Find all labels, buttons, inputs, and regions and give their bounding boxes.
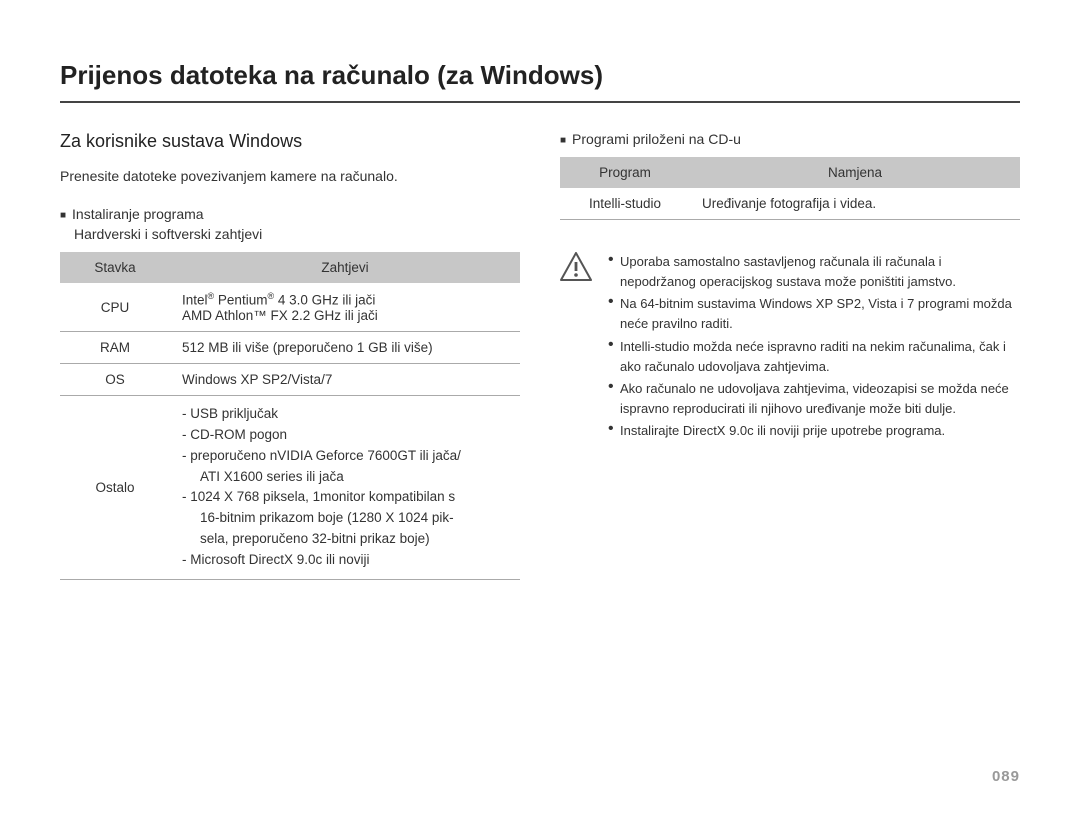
cpu-label: CPU [60,283,170,331]
warning-list: Uporaba samostalno sastavljenog računala… [608,252,1020,443]
programs-table: Program Namjena Intelli-studio Uređivanj… [560,157,1020,220]
table-header-program: Program [560,157,690,188]
right-column: Programi priloženi na CD-u Program Namje… [560,131,1020,580]
intro-text: Prenesite datoteke povezivanjem kamere n… [60,166,520,186]
table-header-item: Stavka [60,252,170,283]
ram-label: RAM [60,331,170,363]
warning-block: Uporaba samostalno sastavljenog računala… [560,252,1020,443]
cpu-requirement: Intel® Pentium® 4 3.0 GHz ili jači AMD A… [170,283,520,331]
list-item: Na 64-bitnim sustavima Windows XP SP2, V… [608,294,1020,334]
table-row: OS Windows XP SP2/Vista/7 [60,363,520,395]
page-title: Prijenos datoteka na računalo (za Window… [60,60,1020,103]
program-purpose: Uređivanje fotografija i videa. [690,188,1020,220]
table-row: CPU Intel® Pentium® 4 3.0 GHz ili jači A… [60,283,520,331]
table-header-purpose: Namjena [690,157,1020,188]
program-name: Intelli-studio [560,188,690,220]
list-item: Uporaba samostalno sastavljenog računala… [608,252,1020,292]
install-heading: Instaliranje programa [60,206,520,222]
table-row: Intelli-studio Uređivanje fotografija i … [560,188,1020,220]
list-item: Ako računalo ne udovoljava zahtjevima, v… [608,379,1020,419]
table-row: Ostalo - USB priključak - CD-ROM pogon -… [60,395,520,579]
page-number: 089 [992,768,1020,785]
warning-icon [560,252,594,443]
table-header-requirement: Zahtjevi [170,252,520,283]
table-row: RAM 512 MB ili više (preporučeno 1 GB il… [60,331,520,363]
left-column: Za korisnike sustava Windows Prenesite d… [60,131,520,580]
ram-requirement: 512 MB ili više (preporučeno 1 GB ili vi… [170,331,520,363]
other-label: Ostalo [60,395,170,579]
os-requirement: Windows XP SP2/Vista/7 [170,363,520,395]
programs-heading: Programi priloženi na CD-u [560,131,1020,147]
list-item: Intelli-studio možda neće ispravno radit… [608,337,1020,377]
requirements-table: Stavka Zahtjevi CPU Intel® Pentium® 4 3.… [60,252,520,580]
os-label: OS [60,363,170,395]
install-subheading: Hardverski i softverski zahtjevi [74,226,520,242]
list-item: Instalirajte DirectX 9.0c ili noviji pri… [608,421,1020,441]
section-heading-windows-users: Za korisnike sustava Windows [60,131,520,152]
other-requirement: - USB priključak - CD-ROM pogon - prepor… [170,395,520,579]
